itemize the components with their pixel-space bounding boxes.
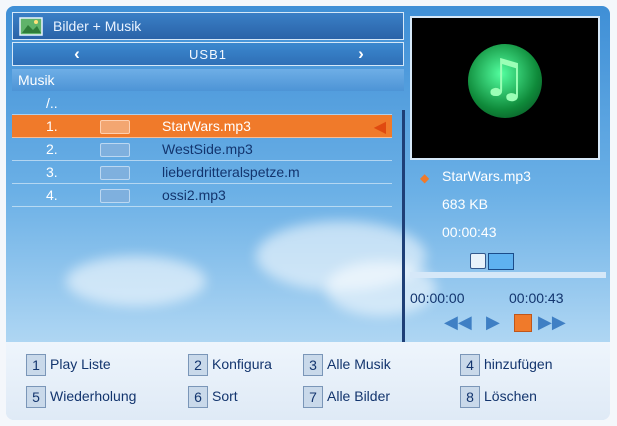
item-number: 3. bbox=[46, 164, 58, 180]
rewind-icon[interactable]: ◀◀ bbox=[444, 312, 472, 332]
stop-icon[interactable] bbox=[514, 314, 532, 332]
window-title: Bilder + Musik bbox=[53, 18, 142, 34]
progress-bar[interactable] bbox=[410, 272, 606, 278]
file-list: /.. 1. StarWars.mp3 ◀ 2. WestSide.mp3 3.… bbox=[12, 92, 392, 207]
item-filename: StarWars.mp3 bbox=[162, 118, 251, 134]
media-player-screen: Bilder + Musik ‹ USB1 › Musik /.. 1. Sta… bbox=[6, 6, 610, 420]
item-number: 1. bbox=[46, 118, 58, 134]
key-number: 3 bbox=[303, 354, 323, 376]
key-label: hinzufügen bbox=[484, 356, 553, 372]
key-number: 1 bbox=[26, 354, 46, 376]
list-item[interactable]: 3. lieberdritteralspetze.m bbox=[12, 161, 392, 184]
source-selector[interactable]: ‹ USB1 › bbox=[12, 42, 404, 66]
fast-forward-icon[interactable]: ▶▶ bbox=[538, 312, 566, 332]
list-item[interactable]: 1. StarWars.mp3 ◀ bbox=[12, 115, 392, 138]
key-label: Sort bbox=[212, 388, 238, 404]
mp3-file-icon bbox=[100, 143, 130, 157]
preview-pane: ♫ bbox=[410, 16, 600, 160]
key-number: 4 bbox=[460, 354, 480, 376]
item-filename: WestSide.mp3 bbox=[162, 141, 253, 157]
music-note-icon: ♫ bbox=[468, 44, 542, 118]
key-label: Alle Bilder bbox=[327, 388, 391, 404]
track-size: 683 KB bbox=[442, 196, 488, 212]
key-number: 8 bbox=[460, 386, 480, 408]
item-number: 2. bbox=[46, 141, 58, 157]
chevron-right-icon[interactable]: › bbox=[349, 44, 373, 64]
title-bar: Bilder + Musik bbox=[12, 12, 404, 40]
track-duration: 00:00:43 bbox=[442, 224, 497, 240]
mp3-file-icon bbox=[100, 120, 130, 134]
transport-controls: ◀◀ ▶ ▶▶ bbox=[444, 312, 566, 332]
pictures-music-icon bbox=[19, 17, 43, 36]
current-track-arrow-icon: ◆ bbox=[420, 171, 430, 185]
parent-folder-label: /.. bbox=[46, 95, 58, 111]
total-time: 00:00:43 bbox=[509, 290, 564, 306]
key-label: Wiederholung bbox=[50, 388, 137, 404]
list-scrollbar[interactable] bbox=[402, 110, 405, 342]
play-icon[interactable]: ▶ bbox=[486, 312, 500, 332]
function-key-bar: 1 Play Liste 2 Konfigura 3 Alle Musik 4 … bbox=[6, 342, 610, 420]
source-label: USB1 bbox=[189, 47, 227, 62]
media-type-icons bbox=[470, 250, 530, 272]
list-item[interactable]: 2. WestSide.mp3 bbox=[12, 138, 392, 161]
elapsed-time: 00:00:00 bbox=[410, 290, 465, 306]
item-filename: lieberdritteralspetze.m bbox=[162, 164, 300, 180]
mp3-file-icon bbox=[100, 166, 130, 180]
key-label: Play Liste bbox=[50, 356, 111, 372]
key-number: 6 bbox=[188, 386, 208, 408]
mp3-file-icon bbox=[100, 189, 130, 203]
play-indicator-icon: ◀ bbox=[373, 119, 386, 136]
file-browser-panel: Bilder + Musik ‹ USB1 › Musik /.. 1. Sta… bbox=[12, 12, 405, 342]
folder-icon bbox=[488, 253, 514, 270]
key-label: Alle Musik bbox=[327, 356, 391, 372]
item-filename: ossi2.mp3 bbox=[162, 187, 226, 203]
track-name: StarWars.mp3 bbox=[442, 168, 531, 184]
item-number: 4. bbox=[46, 187, 58, 203]
parent-folder-item[interactable]: /.. bbox=[12, 92, 392, 115]
card-icon bbox=[470, 253, 486, 269]
key-number: 2 bbox=[188, 354, 208, 376]
key-number: 7 bbox=[303, 386, 323, 408]
key-number: 5 bbox=[26, 386, 46, 408]
folder-label: Musik bbox=[12, 69, 404, 91]
list-item[interactable]: 4. ossi2.mp3 bbox=[12, 184, 392, 207]
key-label: Löschen bbox=[484, 388, 537, 404]
key-label: Konfigura bbox=[212, 356, 272, 372]
